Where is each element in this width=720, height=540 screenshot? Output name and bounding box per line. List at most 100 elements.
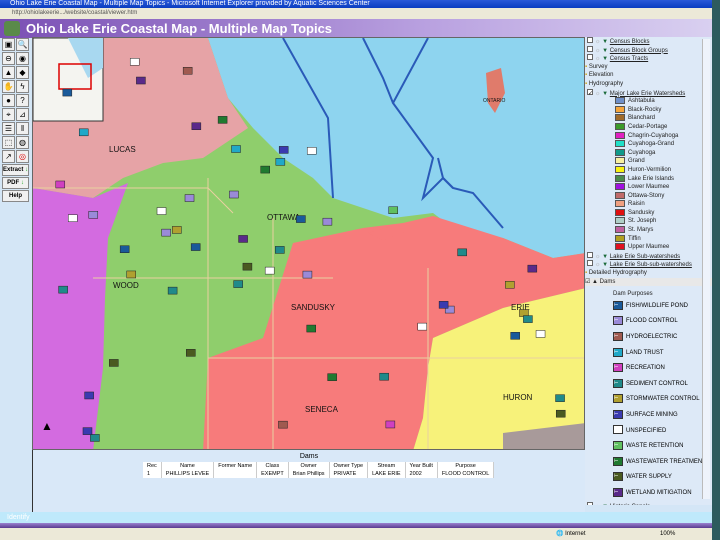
dam-marker[interactable] [136, 76, 146, 85]
dam-marker[interactable] [527, 264, 538, 273]
dam-marker[interactable] [238, 235, 248, 243]
dam-marker[interactable] [190, 243, 201, 251]
column-header[interactable]: Purpose [437, 462, 495, 470]
checkbox[interactable] [587, 251, 593, 258]
dam-marker[interactable] [388, 206, 398, 214]
dam-marker[interactable] [167, 286, 178, 295]
table-row[interactable]: 1 PHILLIPS LEVEE EXEMPT Brian Phillips PRIVA… [143, 470, 495, 478]
layer-watersheds[interactable]: ✓ ☼ ▼ Major Lake Erie Watersheds [585, 88, 712, 98]
map-view[interactable]: LUCAS OTTAWA WOOD SANDUSKY ERIE SENECA H… [32, 37, 585, 450]
dam-marker[interactable] [417, 322, 427, 331]
layer-dams[interactable]: ☑ ▲ Dams [585, 277, 712, 287]
layer-item[interactable]: ☼ ▼ Census Block Groups [585, 45, 712, 55]
dam-marker[interactable] [90, 434, 100, 442]
layer-item[interactable]: ☼ ▼ Lake Erie Sub-watersheds [585, 251, 712, 261]
column-header[interactable]: Name [161, 462, 215, 470]
column-header[interactable]: Stream [367, 462, 406, 470]
dam-marker[interactable] [184, 194, 195, 202]
dam-marker[interactable] [275, 246, 285, 254]
checkbox[interactable]: ☑ [585, 279, 590, 285]
dam-marker[interactable] [119, 245, 130, 253]
zoom-out-icon[interactable]: ⊖ [2, 52, 15, 65]
layer-item[interactable]: ☼ ▼ Census Blocks [585, 37, 712, 46]
layer-group[interactable]: ▪ Survey [585, 63, 712, 72]
zoom-in-icon[interactable]: 🔍 [16, 38, 29, 51]
pdf-button[interactable]: PDF ↓ [2, 177, 29, 189]
column-header[interactable]: Rec [143, 462, 162, 470]
dam-marker[interactable] [457, 248, 467, 257]
checkbox[interactable]: ✓ [587, 88, 593, 97]
measure-icon[interactable]: ⊿ [16, 108, 29, 121]
column-header[interactable]: Class [256, 462, 289, 470]
dam-marker[interactable] [186, 349, 196, 357]
select-icon[interactable]: ‖ [16, 122, 29, 135]
dam-marker[interactable] [126, 270, 136, 279]
dam-marker[interactable] [242, 262, 253, 271]
dam-marker[interactable] [510, 332, 520, 340]
dam-marker[interactable] [182, 67, 193, 75]
layer-group[interactable]: ▪ Detailed Hydrography [585, 269, 712, 278]
dam-marker[interactable] [379, 372, 389, 381]
address-bar[interactable]: http://ohiolakeerie.../website/coastal/v… [0, 8, 712, 19]
overview-toggle-icon[interactable]: ▣ [2, 38, 15, 51]
column-header[interactable]: Former Name [213, 462, 258, 470]
dam-marker[interactable] [78, 128, 89, 137]
dam-marker[interactable] [505, 280, 515, 289]
checkbox[interactable] [587, 37, 593, 43]
dam-marker[interactable] [306, 324, 316, 333]
layer-group[interactable]: ▪ Hydrography [585, 80, 712, 89]
clear-selection-icon[interactable]: ◎ [16, 150, 29, 163]
dam-marker[interactable] [172, 226, 182, 234]
find-icon[interactable]: ⌖ [2, 108, 15, 121]
dam-marker[interactable] [260, 165, 270, 174]
identify-icon[interactable]: ϟ [16, 80, 29, 93]
dam-marker[interactable] [302, 270, 313, 279]
dam-marker[interactable] [161, 228, 171, 237]
dam-marker[interactable] [278, 420, 288, 429]
dam-marker[interactable] [385, 420, 396, 429]
dam-marker[interactable] [62, 88, 73, 97]
layer-item[interactable]: ☼ ▼ Census Tracts [585, 54, 712, 63]
dam-marker[interactable] [535, 330, 546, 338]
column-header[interactable]: Owner [288, 462, 330, 470]
layer-item[interactable]: ☼ ▼ Lake Erie Sub-sub-watersheds [585, 260, 712, 269]
dam-marker[interactable] [129, 58, 140, 66]
dam-marker[interactable] [109, 359, 119, 367]
dam-marker[interactable] [327, 373, 337, 381]
buffer-icon[interactable]: ◍ [16, 136, 29, 149]
checkbox[interactable] [587, 260, 593, 267]
dam-marker[interactable] [306, 147, 317, 155]
dam-marker[interactable] [296, 215, 306, 223]
help-button[interactable]: Help [2, 190, 29, 202]
zoom-level[interactable]: 100% [660, 528, 675, 540]
layer-group[interactable]: ▪ Elevation [585, 71, 712, 80]
dam-marker[interactable] [231, 145, 241, 153]
dam-marker[interactable] [88, 211, 99, 219]
list-icon[interactable]: ☰ [2, 122, 15, 135]
zoom-full-icon[interactable]: ◉ [16, 52, 29, 65]
dam-marker[interactable] [58, 285, 68, 294]
layer-item[interactable]: ☼ ▼ Historic Canals [585, 501, 712, 505]
dam-marker[interactable] [278, 146, 289, 154]
dam-marker[interactable] [68, 214, 78, 222]
query-icon[interactable]: ? [16, 94, 29, 107]
dam-marker[interactable] [156, 207, 167, 215]
dam-marker[interactable] [233, 280, 243, 288]
dam-marker[interactable] [217, 116, 228, 124]
extract-button[interactable]: Extract ↓ [2, 164, 29, 176]
dam-marker[interactable] [555, 409, 566, 418]
dam-marker[interactable] [191, 122, 202, 130]
dam-marker[interactable] [55, 180, 66, 189]
dam-marker[interactable] [275, 158, 286, 166]
hyperlink-icon[interactable]: ↗ [2, 150, 15, 163]
zoom-previous-icon[interactable]: ◆ [16, 66, 29, 79]
pan-icon[interactable]: ✋ [2, 80, 15, 93]
dam-marker[interactable] [264, 266, 275, 275]
dam-marker[interactable] [555, 394, 565, 402]
legend-scrollbar[interactable] [702, 39, 710, 499]
dam-marker[interactable] [229, 190, 239, 199]
column-header[interactable]: Year Built [405, 462, 438, 470]
dam-marker[interactable] [322, 217, 333, 226]
select-rect-icon[interactable]: ⬚ [2, 136, 15, 149]
column-header[interactable]: Owner Type [329, 462, 369, 470]
